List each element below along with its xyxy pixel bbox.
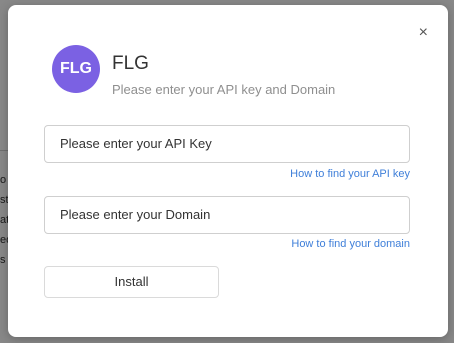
background-text-fragment: s bbox=[0, 254, 6, 266]
api-key-help-link[interactable]: How to find your API key bbox=[290, 168, 410, 180]
close-icon[interactable]: × bbox=[419, 25, 428, 41]
background-text-fragment: ed bbox=[0, 234, 8, 246]
background-divider bbox=[0, 150, 8, 151]
install-button[interactable]: Install bbox=[44, 266, 219, 298]
api-key-input[interactable]: Please enter your API Key bbox=[44, 125, 410, 163]
background-text-fragment: st bbox=[0, 194, 8, 206]
logo-text: FLG bbox=[60, 60, 92, 77]
domain-input[interactable]: Please enter your Domain bbox=[44, 196, 410, 234]
install-dialog: × FLG FLG Please enter your API key and … bbox=[8, 5, 448, 337]
dialog-subtitle: Please enter your API key and Domain bbox=[112, 82, 336, 97]
background-text-fragment: o bbox=[0, 174, 7, 186]
domain-help-link[interactable]: How to find your domain bbox=[291, 238, 410, 250]
dialog-title: FLG bbox=[112, 53, 149, 74]
background-text-fragment: at bbox=[0, 214, 8, 226]
flg-logo: FLG bbox=[52, 45, 100, 93]
